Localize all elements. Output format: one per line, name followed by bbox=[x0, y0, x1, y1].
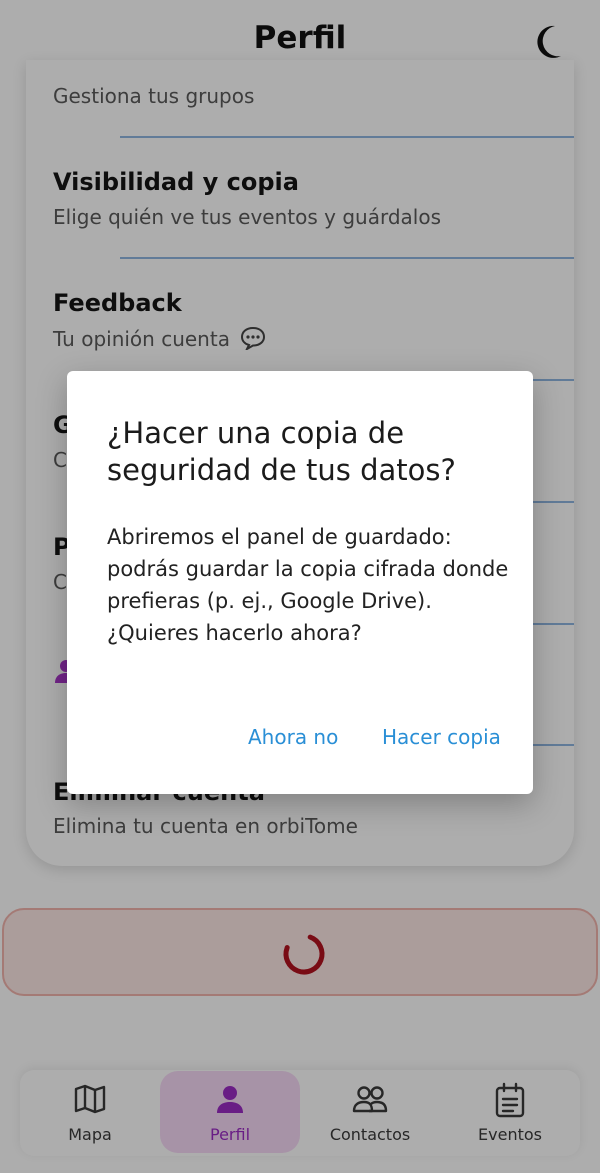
dialog-body: Abriremos el panel de guardado: podrás g… bbox=[107, 525, 509, 645]
backup-dialog: ¿Hacer una copia de seguridad de tus dat… bbox=[67, 371, 533, 794]
cancel-button[interactable]: Ahora no bbox=[248, 725, 338, 749]
confirm-backup-button[interactable]: Hacer copia bbox=[382, 725, 501, 749]
app-screen: Perfil Gestiona tus grupos Visibilidad y… bbox=[0, 0, 600, 1173]
dialog-title: ¿Hacer una copia de seguridad de tus dat… bbox=[107, 416, 456, 487]
